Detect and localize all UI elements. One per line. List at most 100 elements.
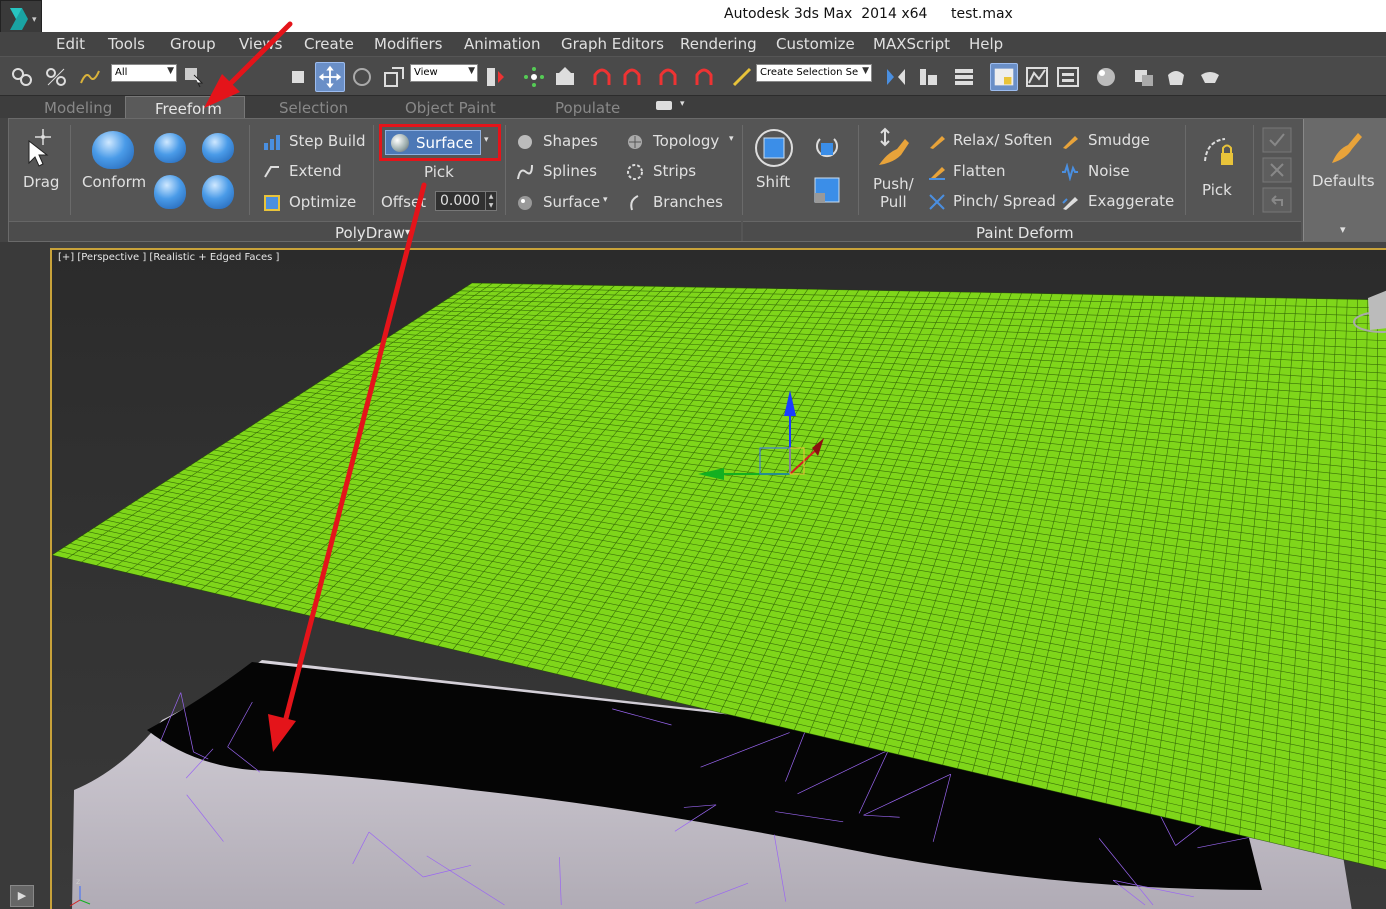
splines-icon[interactable] bbox=[516, 163, 534, 181]
paint-deform-footer[interactable]: Paint Deform bbox=[743, 221, 1301, 242]
cancel-x-icon[interactable] bbox=[1262, 157, 1292, 183]
shift-scale-icon[interactable] bbox=[812, 175, 842, 207]
keyboard-shortcut-override-icon[interactable] bbox=[553, 65, 577, 89]
rendered-frame-window-icon[interactable] bbox=[1164, 65, 1188, 89]
smudge-label[interactable]: Smudge bbox=[1088, 131, 1150, 149]
mirror-icon[interactable] bbox=[884, 65, 908, 89]
menu-help[interactable]: Help bbox=[969, 35, 1003, 53]
angle-snap-icon[interactable] bbox=[620, 65, 644, 89]
step-build-label[interactable]: Step Build bbox=[289, 132, 366, 150]
exaggerate-icon[interactable] bbox=[1061, 193, 1079, 211]
defaults-label[interactable]: Defaults bbox=[1312, 172, 1375, 190]
menu-maxscript[interactable]: MAXScript bbox=[873, 35, 950, 53]
surface-label[interactable]: Surface bbox=[543, 193, 600, 211]
surface-icon[interactable] bbox=[516, 194, 534, 212]
paint-deform-pick-label[interactable]: Pick bbox=[1202, 181, 1232, 199]
selection-filter-dropdown[interactable]: All ▼ bbox=[111, 64, 177, 82]
smudge-icon[interactable] bbox=[1061, 132, 1079, 150]
strips-icon[interactable] bbox=[626, 163, 644, 181]
conform-rotate-icon[interactable] bbox=[202, 133, 234, 163]
pick-label[interactable]: Pick bbox=[424, 163, 454, 181]
pinch-spread-label[interactable]: Pinch/ Spread bbox=[953, 192, 1056, 210]
chevron-down-icon[interactable]: ▾ bbox=[484, 135, 489, 145]
menu-modifiers[interactable]: Modifiers bbox=[374, 35, 442, 53]
branches-icon[interactable] bbox=[626, 194, 644, 212]
conform-label[interactable]: Conform bbox=[82, 173, 146, 191]
commit-check-icon[interactable] bbox=[1262, 127, 1292, 153]
optimize-icon[interactable] bbox=[263, 194, 281, 212]
tab-populate[interactable]: Populate bbox=[555, 99, 620, 117]
align-icon[interactable] bbox=[916, 65, 940, 89]
drag-icon[interactable] bbox=[21, 127, 57, 167]
relax-soften-label[interactable]: Relax/ Soften bbox=[953, 131, 1052, 149]
menu-create[interactable]: Create bbox=[304, 35, 354, 53]
window-crossing-icon[interactable] bbox=[286, 65, 310, 89]
noise-icon[interactable] bbox=[1061, 163, 1079, 181]
viewport-scene[interactable]: z bbox=[52, 250, 1386, 909]
curve-editor-icon[interactable] bbox=[1025, 65, 1049, 89]
pivot-point-center-icon[interactable] bbox=[484, 65, 508, 89]
relax-soften-icon[interactable] bbox=[928, 132, 946, 150]
menu-views[interactable]: Views bbox=[239, 35, 282, 53]
shift-icon[interactable] bbox=[753, 127, 795, 169]
tab-modeling[interactable]: Modeling bbox=[44, 99, 112, 117]
conform-move-icon[interactable] bbox=[154, 133, 186, 163]
pick-lock-icon[interactable] bbox=[1201, 131, 1237, 171]
tab-selection[interactable]: Selection bbox=[279, 99, 348, 117]
shapes-label[interactable]: Shapes bbox=[543, 132, 598, 150]
optimize-label[interactable]: Optimize bbox=[289, 193, 356, 211]
viewport-label[interactable]: [+] [Perspective ] [Realistic + Edged Fa… bbox=[58, 252, 279, 263]
chevron-down-icon[interactable]: ▾ bbox=[729, 134, 734, 144]
offset-spinner[interactable]: 0.000 ▲ ▼ bbox=[435, 191, 497, 211]
topology-icon[interactable] bbox=[626, 133, 644, 151]
material-editor-icon[interactable] bbox=[1094, 65, 1118, 89]
undo-arrow-icon[interactable] bbox=[1262, 187, 1292, 213]
step-build-icon[interactable] bbox=[263, 133, 281, 151]
tab-freeform[interactable]: Freeform bbox=[125, 96, 245, 118]
defaults-brush-icon[interactable] bbox=[1326, 127, 1366, 167]
edit-named-selection-icon[interactable] bbox=[730, 65, 754, 89]
snaps-toggle-icon[interactable] bbox=[590, 65, 614, 89]
render-production-icon[interactable] bbox=[1198, 65, 1222, 89]
conform-relax-icon[interactable] bbox=[202, 175, 234, 209]
bind-to-space-warp-icon[interactable] bbox=[78, 65, 102, 89]
splines-label[interactable]: Splines bbox=[543, 162, 597, 180]
surface-draw-on-button[interactable]: Surface bbox=[385, 130, 481, 155]
flatten-icon[interactable] bbox=[928, 163, 946, 181]
chevron-down-icon[interactable]: ▾ bbox=[680, 99, 685, 109]
percent-snap-icon[interactable] bbox=[656, 65, 680, 89]
menu-edit[interactable]: Edit bbox=[56, 35, 85, 53]
select-object-icon[interactable] bbox=[182, 65, 206, 89]
layer-explorer-icon[interactable] bbox=[990, 63, 1018, 91]
schematic-view-icon[interactable] bbox=[1056, 65, 1080, 89]
noise-label[interactable]: Noise bbox=[1088, 162, 1130, 180]
select-and-move-icon[interactable] bbox=[315, 62, 345, 92]
tab-object-paint[interactable]: Object Paint bbox=[405, 99, 496, 117]
menu-tools[interactable]: Tools bbox=[108, 35, 145, 53]
menu-group[interactable]: Group bbox=[170, 35, 216, 53]
shapes-icon[interactable] bbox=[516, 133, 534, 151]
spinner-arrows-icon[interactable]: ▲ ▼ bbox=[485, 192, 496, 210]
extend-label[interactable]: Extend bbox=[289, 162, 342, 180]
push-pull-icon[interactable] bbox=[871, 127, 911, 171]
menu-animation[interactable]: Animation bbox=[464, 35, 540, 53]
named-selection-sets-dropdown[interactable]: Create Selection Se ▼ bbox=[756, 64, 872, 82]
unlink-selection-icon[interactable] bbox=[44, 65, 68, 89]
polydraw-footer[interactable]: PolyDraw ▾ bbox=[9, 221, 741, 242]
menu-customize[interactable]: Customize bbox=[776, 35, 855, 53]
exaggerate-label[interactable]: Exaggerate bbox=[1088, 192, 1174, 210]
select-and-scale-icon[interactable] bbox=[382, 65, 406, 89]
select-and-link-icon[interactable] bbox=[10, 65, 34, 89]
branches-label[interactable]: Branches bbox=[653, 193, 723, 211]
push-pull-label[interactable]: Push/ Pull bbox=[873, 175, 914, 211]
extend-icon[interactable] bbox=[263, 163, 281, 181]
ribbon-options-icon[interactable] bbox=[656, 101, 672, 110]
menu-rendering[interactable]: Rendering bbox=[680, 35, 757, 53]
flatten-label[interactable]: Flatten bbox=[953, 162, 1006, 180]
shift-label[interactable]: Shift bbox=[756, 173, 790, 191]
chevron-down-icon[interactable]: ▾ bbox=[603, 195, 608, 205]
select-and-rotate-icon[interactable] bbox=[350, 65, 374, 89]
manipulate-icon[interactable] bbox=[522, 65, 546, 89]
drag-label[interactable]: Drag bbox=[23, 173, 59, 191]
scene-explorer-icon[interactable] bbox=[952, 65, 976, 89]
